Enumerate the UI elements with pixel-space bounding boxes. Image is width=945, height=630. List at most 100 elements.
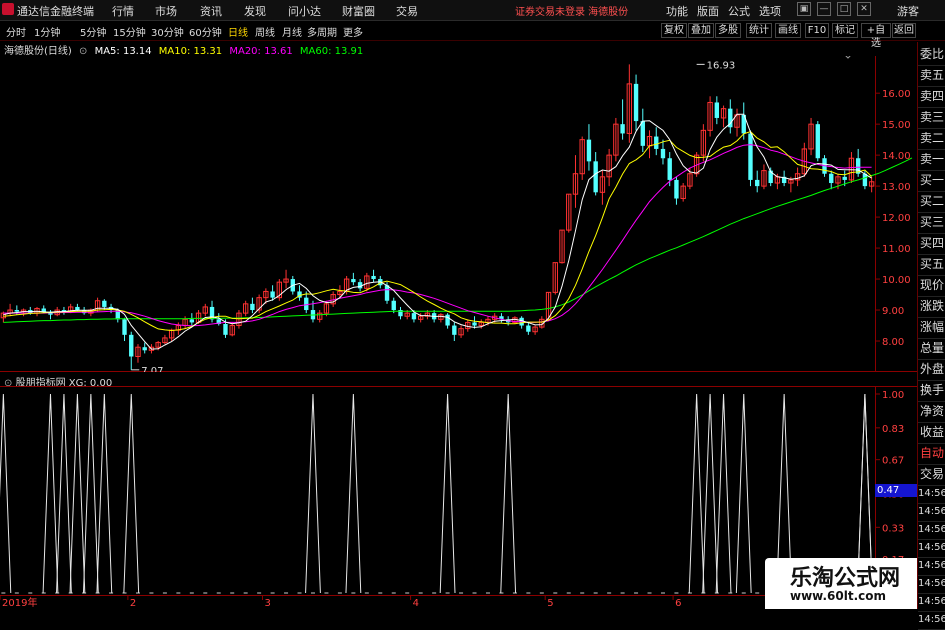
candle-body <box>304 297 309 311</box>
user-guest[interactable]: 游客 <box>897 3 919 19</box>
y-tick-label: 16.00 <box>882 89 911 100</box>
date-label: 6 <box>675 598 681 609</box>
tab-15min[interactable]: 15分钟 <box>113 24 146 39</box>
sidebar-item-15[interactable]: 外盘 <box>918 359 945 381</box>
sidebar-item-22[interactable]: 14:56 <box>918 503 945 522</box>
menu-hangqing[interactable]: 行情 <box>112 3 134 19</box>
tab-mark[interactable]: 标记 <box>832 23 858 38</box>
candle-body <box>640 121 645 146</box>
menu-wenxiaoda[interactable]: 问小达 <box>288 3 321 19</box>
watermark-url: www.60lt.com <box>790 589 887 603</box>
sidebar-item-7[interactable]: 买二 <box>918 191 945 213</box>
quote-sidebar: 委比 卖五 卖四 卖三 卖二 卖一 买一 买二 买三 买四 买五 现价 涨跌 涨幅 总量 外盘 换手 净资 收益 自动… <box>917 42 945 630</box>
menu-shichang[interactable]: 市场 <box>155 3 177 19</box>
sidebar-item-28[interactable]: 14:56 <box>918 611 945 630</box>
sidebar-item-11[interactable]: 现价 <box>918 275 945 297</box>
sidebar-item-0[interactable]: 委比 <box>918 44 945 66</box>
skin-icon[interactable]: ▣ <box>797 2 811 16</box>
app-title: 通达信金融终端 <box>17 5 94 18</box>
tab-multi-stock[interactable]: 多股 <box>715 23 741 38</box>
candle-body <box>620 124 625 134</box>
candle-body <box>371 275 376 280</box>
tab-f10[interactable]: F10 <box>805 23 829 38</box>
signal-spike <box>735 393 752 594</box>
sidebar-item-13[interactable]: 涨幅 <box>918 317 945 339</box>
y-tick-label: 12.00 <box>882 213 911 224</box>
menu-gongshi[interactable]: 公式 <box>728 3 750 19</box>
sidebar-item-3[interactable]: 卖三 <box>918 107 945 129</box>
menu-banmian[interactable]: 版面 <box>697 3 719 19</box>
tab-weekly[interactable]: 周线 <box>255 24 275 39</box>
y-tick-label: 11.00 <box>882 244 911 255</box>
sidebar-item-19[interactable]: 自动 <box>918 443 945 465</box>
candle-body <box>41 308 46 312</box>
tab-1min[interactable]: 1分钟 <box>34 24 60 39</box>
tab-60min[interactable]: 60分钟 <box>189 24 222 39</box>
close-icon[interactable]: ✕ <box>857 2 871 16</box>
sidebar-item-12[interactable]: 涨跌 <box>918 296 945 318</box>
tab-stats[interactable]: 统计 <box>746 23 772 38</box>
sidebar-item-8[interactable]: 买三 <box>918 212 945 234</box>
y-tick-label: 13.00 <box>882 182 911 193</box>
tab-monthly[interactable]: 月线 <box>282 24 302 39</box>
candle-body <box>223 323 228 335</box>
candle-body <box>472 322 477 326</box>
menu-faxian[interactable]: 发现 <box>244 3 266 19</box>
tab-5min[interactable]: 5分钟 <box>80 24 106 39</box>
menu-gongneng[interactable]: 功能 <box>666 3 688 19</box>
sidebar-item-10[interactable]: 买五 <box>918 254 945 276</box>
signal-spike <box>688 393 705 594</box>
sidebar-item-17[interactable]: 净资 <box>918 401 945 423</box>
menu-zixun[interactable]: 资讯 <box>200 3 222 19</box>
y-tick-label: 8.00 <box>882 337 904 348</box>
tab-30min[interactable]: 30分钟 <box>151 24 184 39</box>
candle-body <box>129 334 134 357</box>
candle-body <box>250 303 255 311</box>
sidebar-item-24[interactable]: 14:56 <box>918 539 945 558</box>
tab-more[interactable]: 更多 <box>343 24 363 39</box>
sidebar-item-1[interactable]: 卖五 <box>918 65 945 87</box>
sidebar-item-5[interactable]: 卖一 <box>918 149 945 171</box>
y-tick-label: 9.00 <box>882 306 904 317</box>
kline-chart[interactable]: 8.00 9.00 10.00 11.00 12.00 13.00 14.00 15.00 16… <box>0 56 917 372</box>
candle-body <box>445 314 450 326</box>
sidebar-item-27[interactable]: 14:56 <box>918 593 945 612</box>
candle-body <box>593 161 598 193</box>
sidebar-item-4[interactable]: 卖二 <box>918 128 945 150</box>
signal-spike <box>305 393 321 594</box>
sidebar-item-6[interactable]: 买一 <box>918 170 945 192</box>
sidebar-item-14[interactable]: 总量 <box>918 338 945 360</box>
tab-daily[interactable]: 日线 <box>228 24 248 39</box>
candle-body <box>142 347 147 351</box>
sidebar-item-20[interactable]: 交易 <box>918 464 945 486</box>
minimize-icon[interactable]: — <box>817 2 831 16</box>
tab-add-watchlist[interactable]: +自选 <box>861 23 891 49</box>
signal-spike <box>500 393 517 594</box>
menu-xuanxiang[interactable]: 选项 <box>759 3 781 19</box>
candle-body <box>674 179 679 199</box>
candle-body <box>351 279 356 283</box>
sidebar-item-25[interactable]: 14:56 <box>918 557 945 576</box>
tab-overlay[interactable]: 叠加 <box>688 23 714 38</box>
signal-spike <box>69 393 86 594</box>
sidebar-item-26[interactable]: 14:56 <box>918 575 945 594</box>
tab-fenshi[interactable]: 分时 <box>6 24 26 39</box>
tab-multi-period[interactable]: 多周期 <box>307 24 337 39</box>
low-label: 7.07 <box>141 366 163 372</box>
indicator-y-tick-label: 0.83 <box>882 424 904 435</box>
sidebar-item-2[interactable]: 卖四 <box>918 86 945 108</box>
sidebar-item-23[interactable]: 14:56 <box>918 521 945 540</box>
sidebar-item-21[interactable]: 14:56 <box>918 485 945 504</box>
sidebar-item-18[interactable]: 收益 <box>918 422 945 444</box>
tab-fuquan[interactable]: 复权 <box>661 23 687 38</box>
sidebar-item-16[interactable]: 换手 <box>918 380 945 402</box>
menu-caifuquan[interactable]: 财富圈 <box>342 3 375 19</box>
tab-back[interactable]: 返回 <box>892 23 916 38</box>
candle-body <box>633 83 639 122</box>
maximize-icon[interactable]: □ <box>837 2 851 16</box>
indicator-y-tick-label: 1.00 <box>882 390 904 401</box>
sidebar-item-9[interactable]: 买四 <box>918 233 945 255</box>
tab-draw[interactable]: 画线 <box>775 23 801 38</box>
y-tick-label: 10.00 <box>882 275 911 286</box>
menu-jiaoyi[interactable]: 交易 <box>396 3 418 19</box>
